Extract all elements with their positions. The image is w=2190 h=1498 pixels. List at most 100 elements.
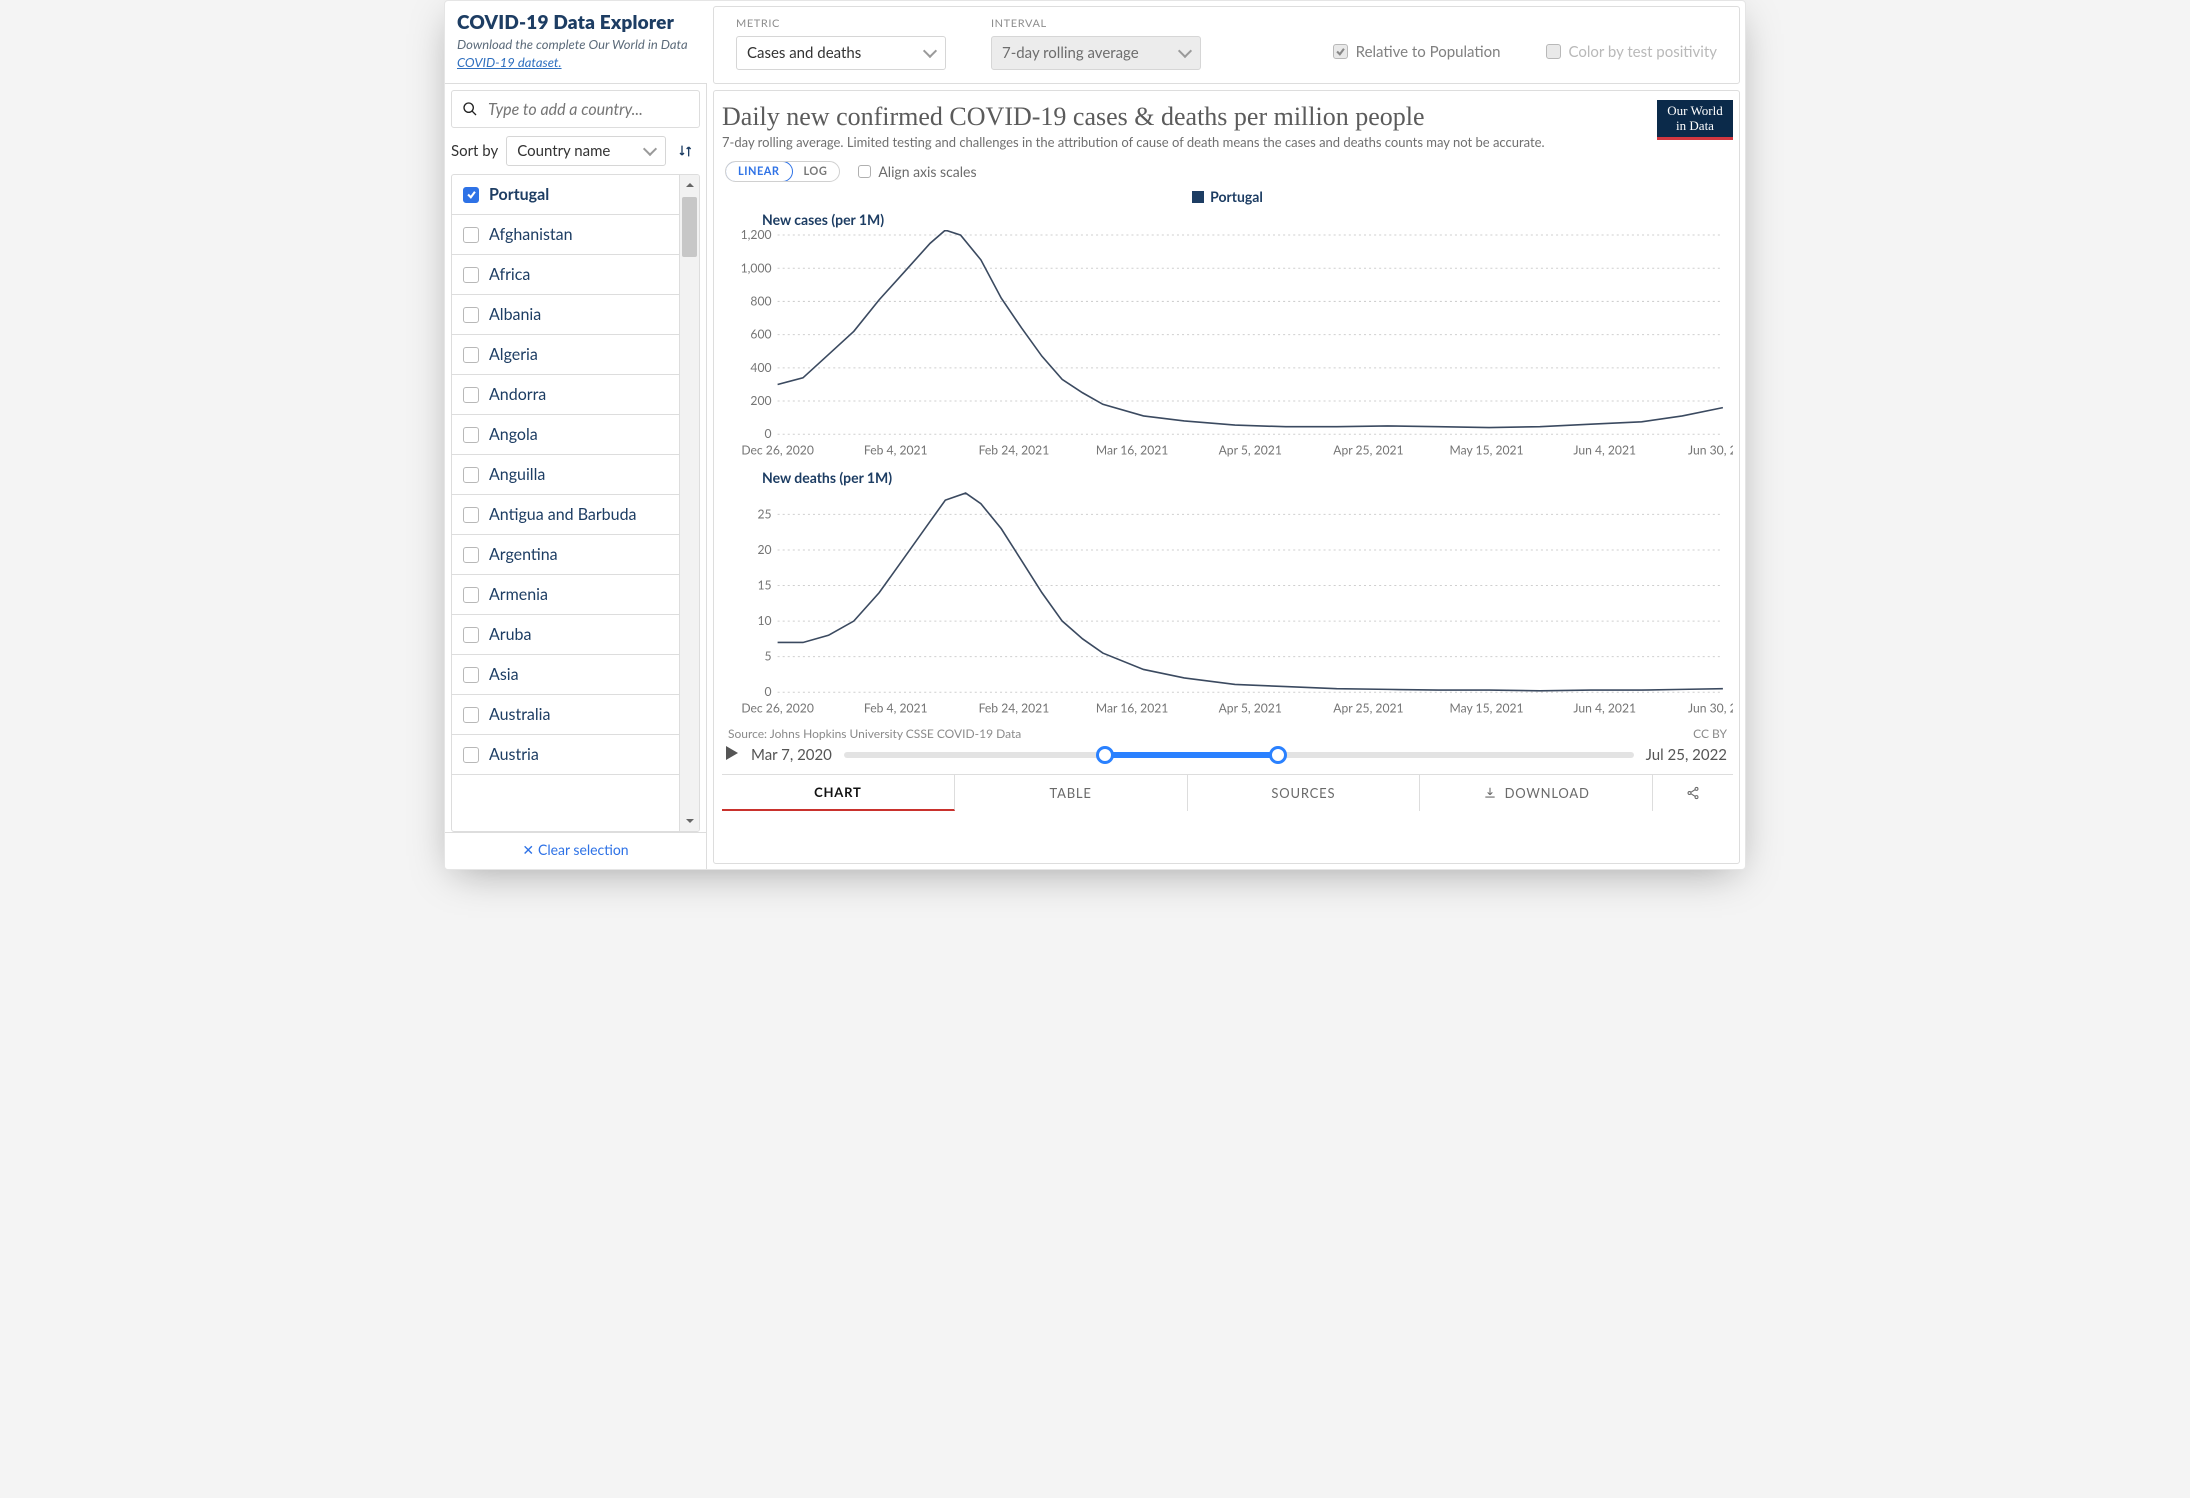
checkbox-icon [858,165,871,178]
scroll-up-icon[interactable] [680,175,700,195]
country-row[interactable]: Antigua and Barbuda [452,495,699,535]
country-row[interactable]: Aruba [452,615,699,655]
svg-text:Feb 24, 2021: Feb 24, 2021 [979,443,1050,458]
tab-table[interactable]: TABLE [955,775,1188,811]
scroll-down-icon[interactable] [680,811,700,831]
svg-text:15: 15 [757,577,771,592]
owid-logo: Our World in Data [1657,100,1733,140]
time-handle-end[interactable] [1269,746,1287,764]
svg-text:Dec 26, 2020: Dec 26, 2020 [741,700,813,715]
scroll-thumb[interactable] [682,197,697,257]
svg-text:20: 20 [757,542,771,557]
country-list-holder: Portugal Afghanistan Africa Albania Alge… [451,174,700,832]
country-name: Australia [489,705,550,724]
svg-text:Feb 4, 2021: Feb 4, 2021 [864,443,928,458]
metric-label: METRIC [736,17,946,30]
legend-swatch [1192,191,1204,203]
top-controls: METRIC Cases and deaths INTERVAL 7-day r… [713,6,1740,84]
country-row[interactable]: Portugal [452,175,699,215]
checkbox-icon [463,667,479,683]
svg-text:0: 0 [764,684,771,699]
interval-control: INTERVAL 7-day rolling average [991,17,1201,70]
country-name: Africa [489,265,530,284]
checkbox-icon [463,627,479,643]
svg-text:Jun 4, 2021: Jun 4, 2021 [1573,443,1636,458]
svg-text:800: 800 [750,294,771,309]
country-row[interactable]: Armenia [452,575,699,615]
country-name: Algeria [489,345,538,364]
country-row[interactable]: Africa [452,255,699,295]
app-title: COVID-19 Data Explorer [457,11,695,34]
svg-text:Feb 4, 2021: Feb 4, 2021 [864,700,928,715]
country-row[interactable]: Angola [452,415,699,455]
svg-text:5: 5 [764,648,771,663]
country-list[interactable]: Portugal Afghanistan Africa Albania Alge… [452,175,699,831]
sidebar: Sort by Country name Portugal Afghanista… [445,84,707,869]
time-end: Jul 25, 2022 [1646,746,1727,764]
checkbox-icon [463,427,479,443]
align-axis-checkbox[interactable]: Align axis scales [858,163,976,180]
scale-toggle[interactable]: LINEAR LOG [725,161,840,182]
cases-chart: 02004006008001,0001,200Dec 26, 2020Feb 4… [722,230,1733,463]
country-name: Albania [489,305,541,324]
checkbox-icon [463,467,479,483]
country-row[interactable]: Anguilla [452,455,699,495]
country-name: Andorra [489,385,546,404]
panel1-title: New cases (per 1M) [762,211,1733,228]
country-row[interactable]: Argentina [452,535,699,575]
country-name: Anguilla [489,465,545,484]
country-search[interactable] [451,90,700,128]
country-row[interactable]: Andorra [452,375,699,415]
tab-download[interactable]: DOWNLOAD [1420,775,1653,811]
country-row[interactable]: Algeria [452,335,699,375]
license-text: CC BY [1693,726,1727,741]
checkbox-icon [463,187,479,203]
svg-text:Jun 30, 2021: Jun 30, 2021 [1688,700,1733,715]
checkbox-icon [463,747,479,763]
svg-text:0: 0 [764,426,771,441]
tab-sources[interactable]: SOURCES [1188,775,1421,811]
tab-chart[interactable]: CHART [722,775,955,811]
svg-text:25: 25 [757,506,771,521]
color-by-test-checkbox[interactable]: Color by test positivity [1546,43,1717,61]
relative-to-pop-checkbox[interactable]: Relative to Population [1333,43,1501,61]
svg-text:400: 400 [750,360,771,375]
time-handle-start[interactable] [1096,746,1114,764]
metric-select[interactable]: Cases and deaths [736,36,946,70]
country-name: Portugal [489,185,549,204]
source-text: Source: Johns Hopkins University CSSE CO… [728,726,1021,741]
search-icon [462,101,478,117]
country-row[interactable]: Austria [452,735,699,775]
country-row[interactable]: Australia [452,695,699,735]
country-row[interactable]: Afghanistan [452,215,699,255]
checkbox-icon [463,507,479,523]
timeline: Mar 7, 2020 Jul 25, 2022 [722,744,1733,772]
metric-control: METRIC Cases and deaths [736,17,946,70]
legend: Portugal [722,188,1733,205]
country-name: Argentina [489,545,558,564]
search-input[interactable] [486,99,689,120]
time-track[interactable] [844,752,1634,758]
svg-text:200: 200 [750,393,771,408]
checkbox-icon [463,707,479,723]
dataset-link[interactable]: COVID-19 dataset. [457,54,562,70]
country-row[interactable]: Asia [452,655,699,695]
share-icon [1686,786,1700,800]
play-button[interactable] [725,746,739,764]
scrollbar[interactable] [679,175,699,831]
title-block: COVID-19 Data Explorer Download the comp… [445,1,707,84]
svg-text:Jun 4, 2021: Jun 4, 2021 [1573,700,1636,715]
main-panel: Daily new confirmed COVID-19 cases & dea… [713,90,1740,864]
sort-select[interactable]: Country name [506,136,666,166]
linear-button[interactable]: LINEAR [725,161,793,182]
log-button[interactable]: LOG [792,162,840,181]
tab-share[interactable] [1653,775,1733,811]
svg-text:Mar 16, 2021: Mar 16, 2021 [1096,443,1168,458]
svg-text:1,000: 1,000 [741,260,772,275]
country-name: Aruba [489,625,531,644]
clear-selection-button[interactable]: ✕ Clear selection [445,832,706,869]
checkbox-icon [463,267,479,283]
country-row[interactable]: Albania [452,295,699,335]
svg-text:Apr 5, 2021: Apr 5, 2021 [1219,700,1282,715]
sort-direction-toggle[interactable] [674,137,698,165]
